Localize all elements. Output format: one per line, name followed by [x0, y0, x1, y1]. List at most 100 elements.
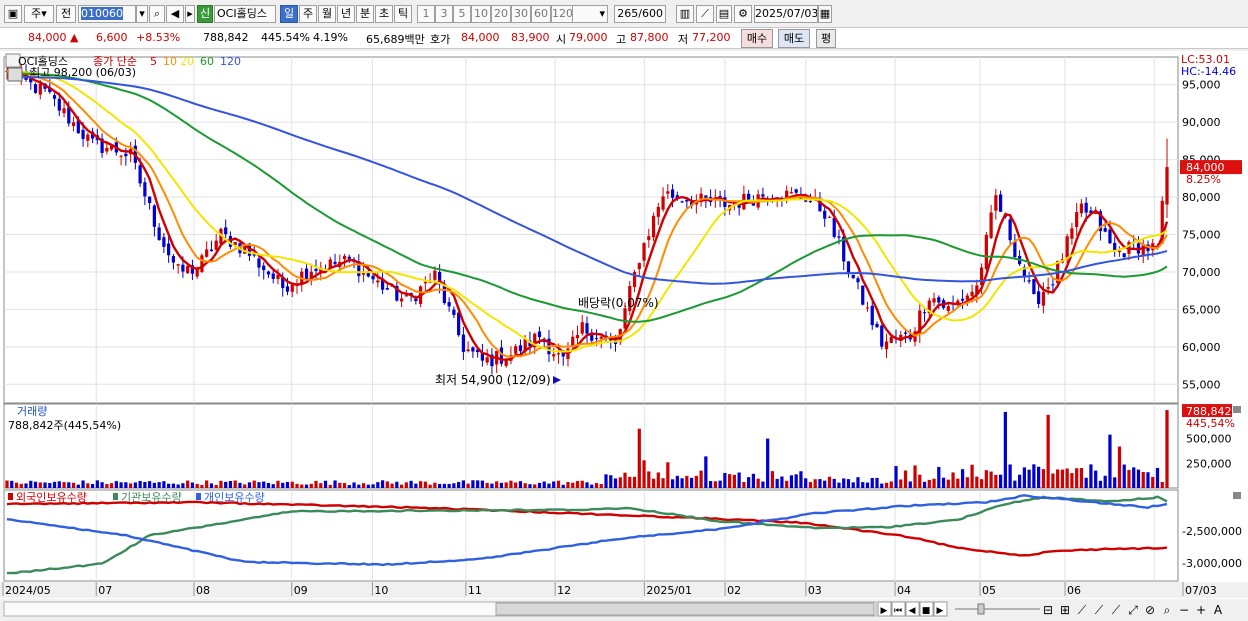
volume-bar: [1037, 466, 1041, 488]
candle-body: [880, 325, 884, 347]
volume-bar: [1160, 481, 1164, 488]
volume-bar: [276, 480, 280, 488]
save-icon[interactable]: ▤: [716, 5, 732, 23]
candle-body: [865, 307, 870, 309]
interval-button-60[interactable]: 60: [531, 5, 551, 23]
interval-button-1[interactable]: 1: [417, 5, 435, 23]
arrows-icon[interactable]: ▸: [185, 5, 195, 23]
volume: 788,842: [203, 31, 249, 44]
candle-body: [148, 196, 152, 204]
candle-body: [1122, 253, 1126, 258]
search-icon[interactable]: ⌕: [149, 5, 165, 23]
volume-bar: [452, 483, 456, 488]
sell-button[interactable]: 매도: [778, 29, 810, 48]
volume-bar: [1127, 469, 1131, 488]
hc-label: HC:-14.46: [1181, 65, 1236, 78]
gear-icon[interactable]: ⚙: [734, 5, 752, 23]
bid-price: 83,900: [511, 31, 550, 44]
tab-5[interactable]: 초: [375, 5, 393, 23]
interval-button-20[interactable]: 20: [491, 5, 511, 23]
volume-pane-close-icon[interactable]: [1233, 406, 1241, 413]
volume-bar: [366, 484, 370, 488]
volume-bar: [970, 464, 974, 488]
volume-bar: [281, 482, 285, 488]
volume-bar: [747, 477, 751, 488]
count-value: 265: [617, 7, 639, 20]
volume-bar: [152, 482, 156, 488]
volume-bar: [875, 477, 879, 488]
volume-bar: [647, 471, 651, 488]
turnover: 4.19%: [313, 31, 348, 44]
tab-2[interactable]: 월: [318, 5, 336, 23]
interval-button-10[interactable]: 10: [471, 5, 491, 23]
volume-bar: [181, 483, 185, 488]
tab-6[interactable]: 틱: [394, 5, 412, 23]
prev-button[interactable]: 전: [56, 5, 76, 23]
interval-button-3[interactable]: 3: [435, 5, 453, 23]
period-select[interactable]: 주▾: [24, 5, 54, 23]
holdings-legend-swatch-0: [8, 493, 13, 500]
x-axis-label: 04: [897, 584, 911, 597]
volume-bar: [338, 482, 342, 488]
volume-bar: [571, 482, 575, 488]
holdings-pane-close-icon[interactable]: [1233, 492, 1241, 499]
volume-bar: [1070, 473, 1074, 488]
grid-icon[interactable]: [7, 67, 23, 82]
code-input[interactable]: 010060: [78, 5, 136, 23]
candle-body: [1165, 167, 1169, 205]
volume-bar: [357, 484, 361, 488]
candle-body: [1079, 203, 1084, 214]
volume-bar: [480, 480, 485, 488]
date-input[interactable]: 2025/07/03: [754, 5, 818, 23]
tab-3[interactable]: 년: [337, 5, 355, 23]
volume-bar: [119, 482, 123, 488]
price-axis-label: 90,000: [1182, 116, 1221, 129]
code-dropdown-icon[interactable]: ▾: [136, 5, 148, 23]
candle-body: [62, 108, 66, 114]
tab-0[interactable]: 일: [280, 5, 298, 23]
interval-button-30[interactable]: 30: [511, 5, 531, 23]
candle-body: [52, 95, 57, 99]
interval-custom-select[interactable]: ▾: [572, 5, 608, 23]
candle-body: [851, 274, 855, 279]
volume-bar: [57, 481, 61, 488]
volume-bar: [323, 480, 328, 488]
volume-bar: [295, 483, 299, 488]
sound-icon[interactable]: ◀: [166, 5, 184, 23]
stock-name[interactable]: OCI홀딩스: [214, 5, 276, 23]
buy-button[interactable]: 매수: [741, 29, 773, 48]
eval-button[interactable]: 평: [816, 29, 836, 48]
volume-bar: [433, 482, 437, 488]
volume-ratio: 445.54%: [261, 31, 310, 44]
open-label: 시: [556, 33, 567, 46]
volume-bar: [623, 472, 627, 488]
volume-bar: [1146, 472, 1150, 488]
candle-body: [262, 265, 266, 271]
tab-4[interactable]: 분: [356, 5, 374, 23]
interval-button-5[interactable]: 5: [453, 5, 471, 23]
calendar-icon[interactable]: ▦: [818, 5, 832, 23]
scrollbar-thumb[interactable]: [495, 602, 875, 616]
volume-bar: [205, 480, 209, 488]
x-axis-label: 11: [468, 584, 482, 597]
volume-bar: [266, 482, 271, 488]
volume-bar: [457, 481, 461, 488]
chart-type-icon[interactable]: ▥: [676, 5, 694, 23]
draw-tool-icon[interactable]: ⟋: [696, 5, 714, 23]
volume-bar: [951, 472, 955, 488]
volume-bar: [975, 476, 979, 488]
candle-body: [457, 312, 461, 336]
interval-button-120[interactable]: 120: [551, 5, 573, 23]
volume-bar: [880, 483, 884, 488]
volume-bar: [965, 477, 969, 488]
candle-body: [846, 261, 851, 273]
candle-body: [157, 227, 161, 241]
candle-body: [599, 336, 603, 339]
volume-bar: [889, 481, 893, 488]
layout-icon[interactable]: ▣: [4, 5, 22, 23]
count-input[interactable]: 265/600: [614, 5, 666, 23]
zoom-slider-handle[interactable]: [977, 603, 985, 615]
tab-1[interactable]: 주: [299, 5, 317, 23]
candle-body: [376, 280, 380, 283]
volume-bar: [214, 484, 218, 488]
